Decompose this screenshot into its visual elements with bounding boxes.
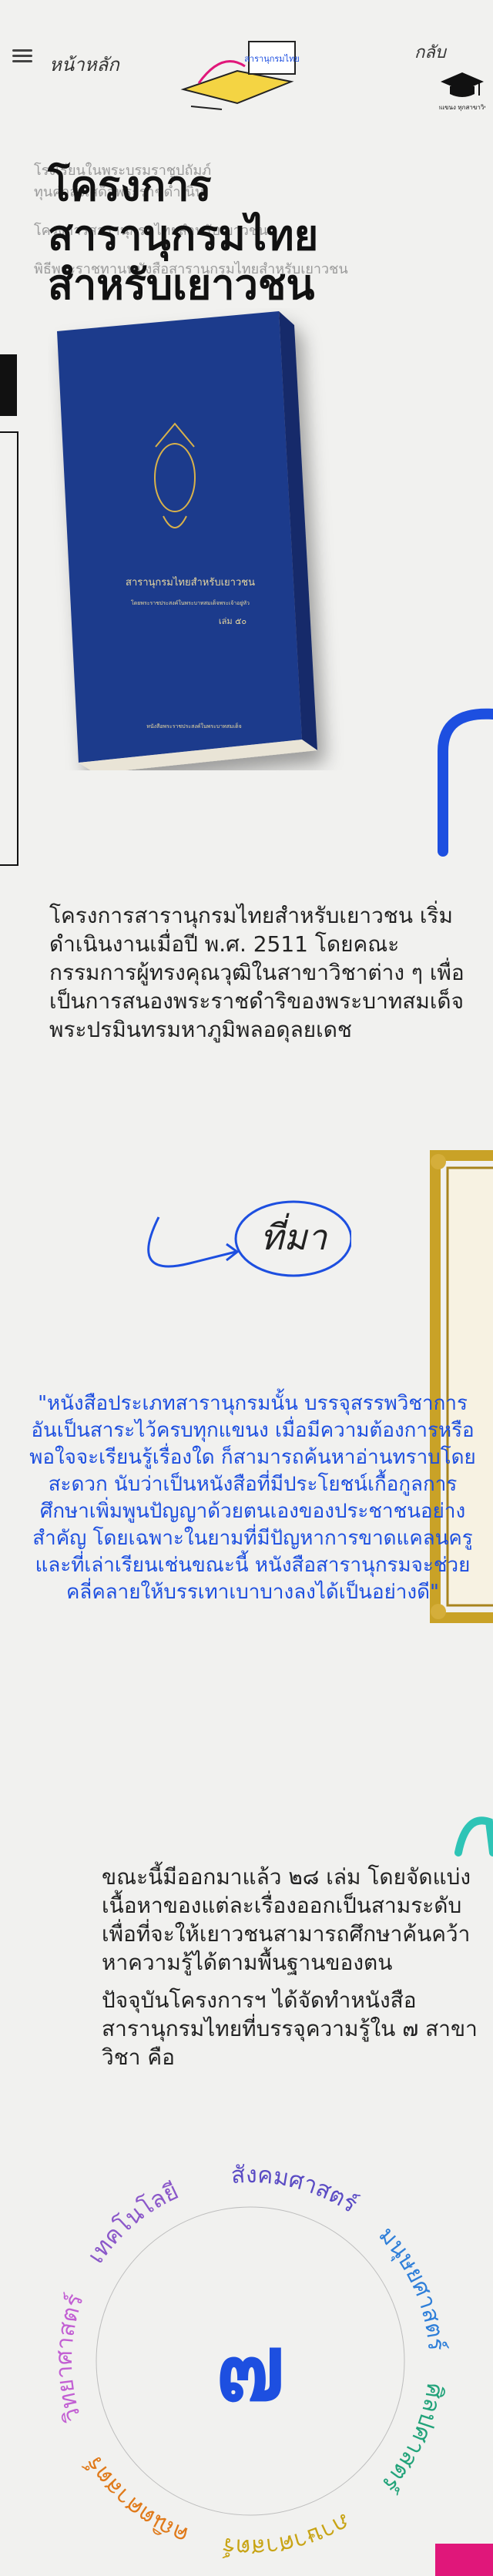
nav-home-link[interactable]: หน้าหลัก [49,49,119,79]
subjects-intro-paragraph: ปัจจุบันโครงการฯ ได้จัดทำหนังสือสารานุกร… [102,1987,478,2070]
subject-label: สังคมศาสตร์ [230,2162,362,2219]
subject-label: มนุษยศาสตร์ [373,2222,449,2352]
subject-label: ภาษาศาสตร์ [221,2508,354,2561]
subject-label: เทคโนโลยี [82,2178,183,2269]
side-accent-bar [0,354,17,416]
graduation-cap-icon: ทุกแขนง ทุกสาขาวิชา [439,72,485,111]
intro-paragraph: โครงการสารานุกรมไทยสำหรับเยาวชน เริ่มดำเ… [49,903,464,1042]
subjects-circle: ๗ วิทยาศาสตร์ เทคโนโลยี สังคมศาสตร์มนุษยศา… [51,2162,450,2561]
nav-back-link[interactable]: กลับ [414,39,446,65]
brand-label: ทุกแขนง ทุกสาขาวิชา [439,104,485,111]
subject-label: ศิลปศาสตร์ [377,2381,448,2497]
book-title: สารานุกรมไทยสำหรับเยาวชน [126,576,255,589]
details-paragraph: ขณะนี้มีออกมาแล้ว ๒๘ เล่ม โดยจัดแบ่งเนื้… [102,1864,471,1975]
handwritten-source-label: ที่มา [260,1213,329,1258]
teal-brush-text [454,1816,493,1857]
subject-label: วิทยาศาสตร์ [51,2290,89,2425]
subject-label: คณิตศาสตร์ [80,2451,192,2549]
subject-count: ๗ [216,2315,285,2422]
blue-brush-arc [438,708,493,857]
royal-quote: "หนังสือประเภทสารานุกรมนั้น บรรจุสรรพวิช… [29,1392,476,1604]
pink-corner-accent [435,2544,493,2576]
book-volume: เล่ม ๕๐ [219,616,246,626]
side-frame [0,431,18,866]
hamburger-icon[interactable] [12,49,32,63]
handdrawn-arrow: ที่มา [147,1200,351,1277]
header-art-label: สารานุกรมไทย [244,54,300,64]
book-subtitle: โดยพระราชประสงค์ในพระบาทสมเด็จพระเจ้าอยู… [131,599,250,606]
encyclopedia-book-image: สารานุกรมไทยสำหรับเยาวชน โดยพระราชประสงค… [57,311,317,770]
book-footer: หนังสือพระราชประสงค์ในพระบาทสมเด็จ [146,723,241,730]
page-title: โครงการ สารานุกรมไทย สำหรับเยาวชน [48,162,319,309]
header-book-illustration: สารานุกรมไทย [180,41,300,110]
